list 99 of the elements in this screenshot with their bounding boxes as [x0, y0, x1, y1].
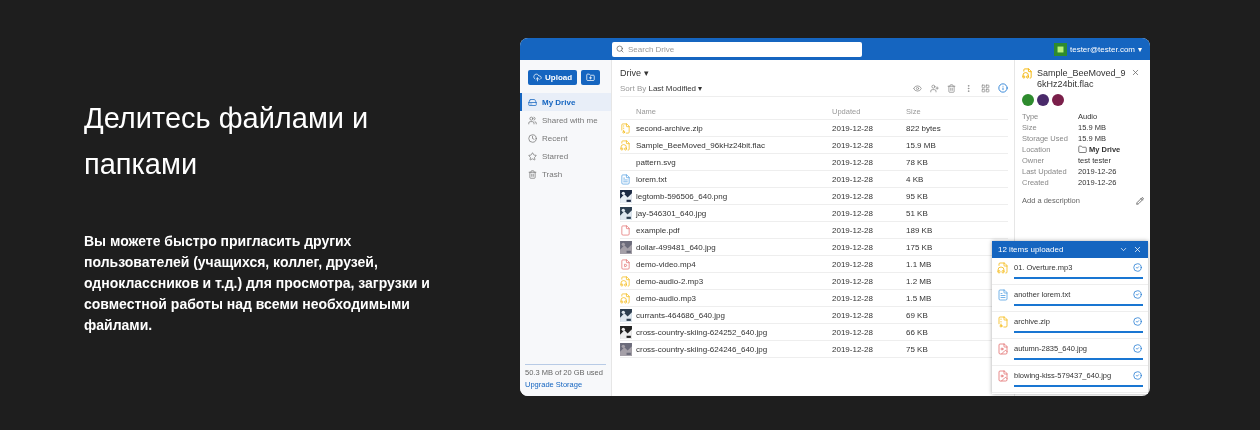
audio-file-icon	[997, 261, 1009, 274]
check-icon	[1133, 317, 1142, 326]
table-cell-text: 2019-12-28	[832, 293, 874, 303]
grid-icon[interactable]	[981, 83, 990, 93]
pdf-file-icon	[620, 224, 631, 236]
table-cell-text: 189 KB	[906, 225, 934, 235]
people-icon	[528, 115, 537, 125]
table-cell-text: 2019-12-28	[832, 225, 874, 235]
sort-label: Sort By	[620, 83, 648, 93]
table-cell-text: 2019-12-28	[832, 157, 874, 167]
table-cell-text: 78 KB	[906, 157, 929, 167]
audio-file-icon	[620, 292, 631, 304]
clock-icon	[528, 133, 537, 143]
table-cell-text: 2019-12-28	[832, 310, 874, 320]
drive-icon	[528, 97, 537, 107]
sidebar-item[interactable]: Shared with me	[520, 111, 611, 129]
video-file-icon	[620, 258, 631, 270]
image-file-icon	[997, 369, 1009, 382]
info-icon[interactable]	[998, 83, 1008, 93]
caret-icon[interactable]: ▾	[1138, 44, 1142, 54]
table-cell-text: 1.5 MB	[906, 293, 933, 303]
file-name[interactable]: cross-country-skiing-624252_640.jpg	[636, 327, 832, 337]
table-cell-text: 2019-12-28	[832, 174, 874, 184]
check-icon	[1133, 344, 1142, 353]
upload-status: 12 items uploaded	[998, 245, 1064, 254]
file-name[interactable]: demo-audio.mp3	[636, 293, 832, 303]
file-name[interactable]: second-archive.zip	[636, 123, 832, 133]
file-name[interactable]: demo-audio-2.mp3	[636, 276, 832, 286]
table-cell-text: 175 KB	[906, 242, 934, 252]
table-cell-text: 4 KB	[906, 174, 925, 184]
table-cell-text: 2019-12-28	[832, 140, 874, 150]
close-icon[interactable]	[1131, 68, 1140, 77]
check-icon	[1133, 290, 1142, 299]
table-cell-text: 2019-12-28	[832, 242, 874, 252]
file-name[interactable]: dollar-499481_640.jpg	[636, 242, 832, 252]
file-name[interactable]: cross-country-skiing-624246_640.jpg	[636, 344, 832, 354]
audio-file-icon	[1022, 68, 1033, 79]
table-cell-text: 1.1 MB	[906, 259, 933, 269]
file-name[interactable]: demo-video.mp4	[636, 259, 832, 269]
folder-icon	[1078, 145, 1087, 154]
sort-dropdown[interactable]: Last Modified ▾	[648, 83, 703, 93]
table-cell-text: 2019-12-28	[832, 259, 874, 269]
star-icon	[528, 151, 537, 161]
file-name[interactable]: legtomb-596506_640.png	[636, 191, 832, 201]
description: Вы можете быстро пригласить других пользователей (учащихся, коллег, друзей, одноклассников и т.д.) для просмотра, загрузки и совместной работы над всеми необходимыми файлами.	[84, 232, 431, 335]
table-cell-text: 2019-12-28	[832, 123, 874, 133]
folder-plus-icon	[586, 73, 596, 82]
sidebar-item[interactable]: My Drive	[520, 93, 611, 111]
audio-file-icon	[620, 139, 631, 151]
avatar-icon	[1052, 94, 1064, 106]
sidebar-item[interactable]: Recent	[520, 129, 611, 147]
table-cell-text: 51 KB	[906, 208, 929, 218]
table-cell-text: 2019-12-28	[832, 208, 874, 218]
upload-button[interactable]: Upload	[528, 70, 578, 85]
sidebar-item[interactable]: Trash	[520, 165, 611, 183]
collapse-icon[interactable]	[1119, 245, 1128, 254]
sidebar-item[interactable]: Starred	[520, 147, 611, 165]
eye-icon[interactable]	[913, 83, 922, 93]
table-cell-text: 2019-12-28	[832, 276, 874, 286]
audio-file-icon	[620, 275, 631, 287]
details-title: Sample_BeeMoved_96kHz24bit.flac	[1037, 68, 1127, 90]
file-name[interactable]: jay-546301_640.jpg	[636, 208, 832, 218]
avatar-icon	[1053, 42, 1067, 56]
archive-file-icon	[997, 315, 1009, 328]
table-cell-text: 66 KB	[906, 327, 929, 337]
share-icon[interactable]	[930, 83, 939, 93]
table-cell-text: 822 bytes	[906, 123, 942, 133]
table-cell-text: 2019-12-28	[832, 191, 874, 201]
check-icon	[1133, 371, 1142, 380]
text-file-icon	[997, 288, 1009, 301]
table-cell-text: 1.2 MB	[906, 276, 933, 286]
table-cell-text: 75 KB	[906, 344, 929, 354]
file-name[interactable]: example.pdf	[636, 225, 832, 235]
new-folder-button[interactable]	[581, 70, 601, 85]
check-icon	[1133, 263, 1142, 272]
account-email[interactable]: tester@tester.com	[1069, 44, 1135, 54]
table-cell-text: 69 KB	[906, 310, 929, 320]
image-file-icon	[997, 342, 1009, 355]
file-name[interactable]: lorem.txt	[636, 174, 832, 184]
text-file-icon	[620, 173, 631, 185]
archive-file-icon	[620, 122, 631, 134]
trash-icon	[528, 169, 537, 179]
file-name[interactable]: pattern.svg	[636, 157, 832, 167]
cloud-upload-icon	[533, 73, 542, 82]
search-icon	[616, 45, 624, 53]
table-cell-text: 2019-12-28	[832, 327, 874, 337]
file-name[interactable]: currants-464686_640.jpg	[636, 310, 832, 320]
heading: Делитесь файлами и папками	[84, 101, 370, 182]
file-name[interactable]: Sample_BeeMoved_96kHz24bit.flac	[636, 140, 832, 150]
table-cell-text: 2019-12-28	[832, 344, 874, 354]
pencil-icon[interactable]	[1136, 196, 1144, 205]
avatar-icon	[1022, 94, 1034, 106]
avatar-icon	[1037, 94, 1049, 106]
search-field[interactable]: Search Drive	[612, 41, 862, 57]
breadcrumb[interactable]: Drive ▾	[620, 68, 1008, 78]
table-cell-text: 95 KB	[906, 191, 929, 201]
more-icon[interactable]	[964, 83, 973, 93]
table-cell-text: 15.9 MB	[906, 140, 937, 150]
trash-icon[interactable]	[947, 83, 956, 93]
